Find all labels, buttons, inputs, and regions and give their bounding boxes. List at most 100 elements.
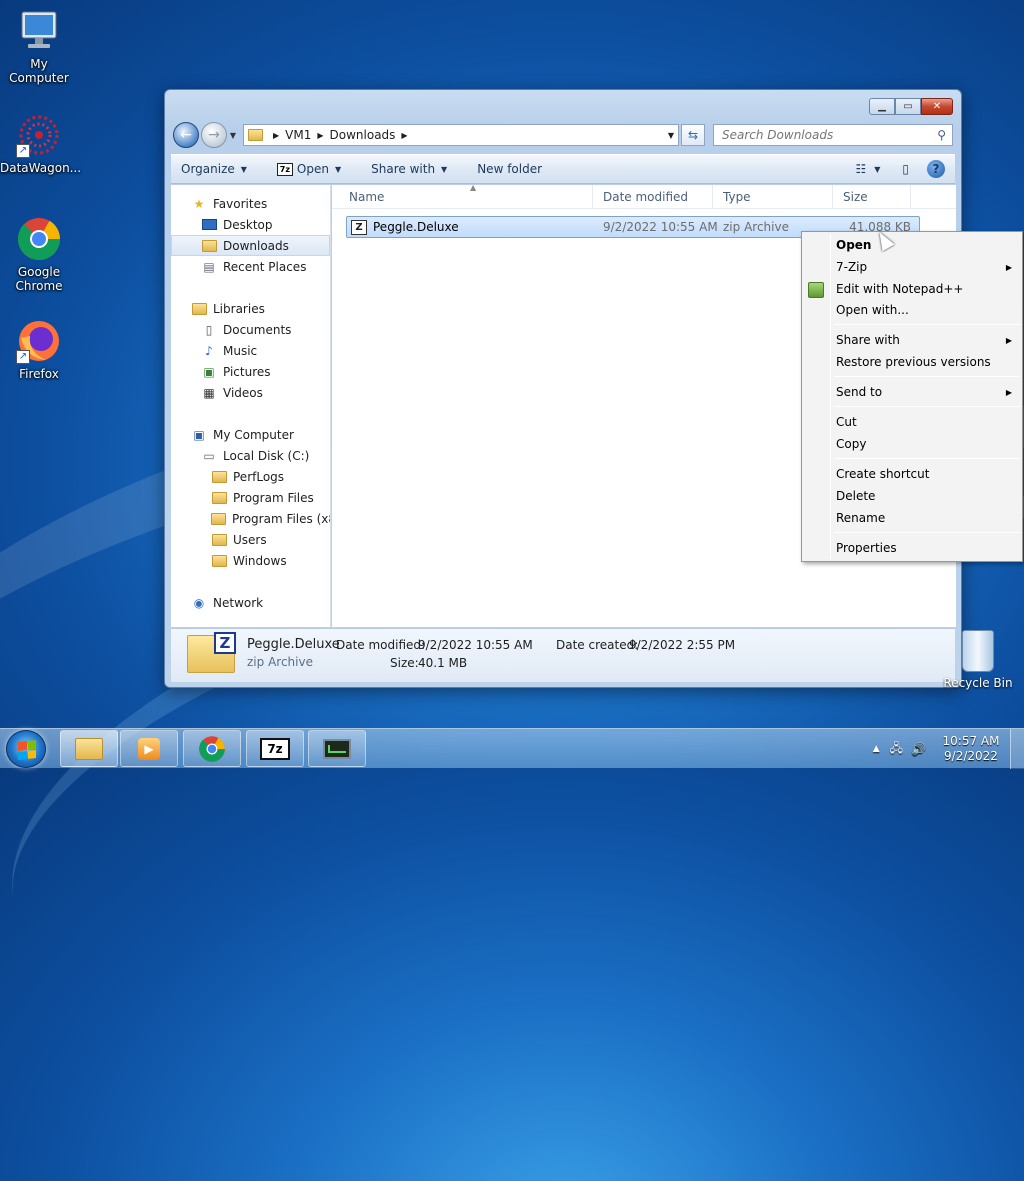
- menu-item-properties[interactable]: Properties: [836, 538, 1016, 558]
- taskbar-media-player-button[interactable]: ▶: [120, 730, 178, 767]
- new-folder-button[interactable]: New folder: [477, 162, 542, 176]
- taskbar-chrome-button[interactable]: [183, 730, 241, 767]
- desktop-icon-chrome[interactable]: Google Chrome: [0, 216, 78, 293]
- submenu-arrow-icon: ▶: [1005, 335, 1012, 345]
- desktop-icon-datawagon[interactable]: ↗ DataWagon...: [0, 112, 81, 175]
- nav-music[interactable]: ♪ Music: [171, 340, 330, 361]
- refresh-button[interactable]: ⇆: [681, 124, 705, 146]
- navigation-pane[interactable]: ★ Favorites Desktop Downloads ▤ Recent Pla…: [171, 185, 331, 627]
- maximize-button[interactable]: ▭: [895, 98, 921, 115]
- volume-icon[interactable]: 🔊: [911, 742, 926, 756]
- nav-users[interactable]: Users: [171, 529, 330, 550]
- help-icon[interactable]: ?: [927, 160, 945, 178]
- search-icon[interactable]: ⚲: [937, 128, 946, 142]
- details-size: 40.1 MB: [418, 656, 468, 670]
- menu-item-send-to[interactable]: Send to ▶: [836, 382, 1016, 402]
- nav-pictures[interactable]: ▣ Pictures: [171, 361, 330, 382]
- desktop-icon-my-computer[interactable]: My Computer: [0, 8, 78, 85]
- menu-item-open[interactable]: Open: [836, 235, 1016, 255]
- breadcrumb-chevron-icon[interactable]: ▶: [273, 131, 279, 140]
- preview-pane-icon[interactable]: ▯: [902, 162, 909, 176]
- refresh-icon: ⇆: [687, 128, 699, 142]
- nav-videos[interactable]: ▦ Videos: [171, 382, 330, 403]
- menu-item-delete[interactable]: Delete: [836, 486, 1016, 506]
- nav-windows[interactable]: Windows: [171, 550, 330, 571]
- shortcut-arrow-icon: ↗: [16, 144, 30, 158]
- show-desktop-button[interactable]: [1010, 729, 1024, 769]
- minimize-button[interactable]: ▁: [869, 98, 895, 115]
- nav-downloads[interactable]: Downloads: [171, 235, 330, 256]
- nav-local-disk[interactable]: ▭ Local Disk (C:): [171, 445, 330, 466]
- organize-button[interactable]: Organize ▼: [181, 162, 247, 176]
- nav-network[interactable]: ◉ Network: [171, 592, 330, 613]
- zip-file-icon: Z: [351, 219, 367, 235]
- breadcrumb-vm1[interactable]: VM1: [285, 128, 311, 142]
- nav-favorites[interactable]: ★ Favorites: [171, 193, 330, 214]
- view-options-icon[interactable]: ☷: [855, 162, 866, 176]
- column-type[interactable]: Type: [713, 184, 833, 209]
- clock-date: 9/2/2022: [944, 749, 998, 763]
- column-name[interactable]: Name: [332, 184, 593, 209]
- computer-icon: ▣: [193, 427, 205, 442]
- back-button[interactable]: ←: [173, 122, 199, 148]
- nav-recent-places[interactable]: ▤ Recent Places: [171, 256, 330, 277]
- navigation-row: ← → ▼ ▶ VM1 ▶ Downloads ▶ ▼ ⇆ ⚲: [173, 122, 953, 148]
- column-date-modified[interactable]: Date modified: [593, 184, 713, 209]
- taskbar-task-manager-button[interactable]: [308, 730, 366, 767]
- desktop-icon-recycle-bin[interactable]: Recycle Bin: [940, 630, 1016, 690]
- drive-icon: ▭: [203, 448, 215, 463]
- nav-program-files[interactable]: Program Files: [171, 487, 330, 508]
- chevron-down-icon[interactable]: ▼: [874, 165, 880, 174]
- taskbar-explorer-button[interactable]: [60, 730, 118, 767]
- details-date-modified-label: Date modified:: [336, 638, 426, 652]
- share-with-button[interactable]: Share with ▼: [371, 162, 447, 176]
- nav-program-files-x86[interactable]: Program Files (x86: [171, 508, 330, 529]
- desktop-icon-label: Recycle Bin: [943, 676, 1013, 690]
- address-bar[interactable]: ▶ VM1 ▶ Downloads ▶ ▼: [243, 124, 679, 146]
- breadcrumb-chevron-icon[interactable]: ▶: [401, 131, 407, 140]
- menu-item-rename[interactable]: Rename: [836, 508, 1016, 528]
- downloads-folder-icon: [201, 239, 217, 253]
- nav-my-computer[interactable]: ▣ My Computer: [171, 424, 330, 445]
- menu-item-restore-previous[interactable]: Restore previous versions: [836, 352, 1016, 372]
- desktop-icon-firefox[interactable]: ↗ Firefox: [0, 318, 78, 381]
- menu-item-cut[interactable]: Cut: [836, 412, 1016, 432]
- breadcrumb-downloads[interactable]: Downloads: [330, 128, 396, 142]
- menu-item-edit-notepad[interactable]: Edit with Notepad++: [836, 279, 1016, 299]
- firefox-icon: ↗: [16, 318, 62, 364]
- nav-libraries[interactable]: Libraries: [171, 298, 330, 319]
- nav-documents[interactable]: ▯ Documents: [171, 319, 330, 340]
- folder-icon: [211, 470, 227, 484]
- context-menu: Open 7-Zip ▶ Edit with Notepad++ Open wit…: [801, 231, 1023, 562]
- notepad-plus-plus-icon: [808, 282, 824, 298]
- menu-item-open-with[interactable]: Open with...: [836, 300, 1016, 320]
- command-bar: Organize ▼ 7z Open ▼ Share with ▼ New folde…: [171, 154, 955, 184]
- nav-perflogs[interactable]: PerfLogs: [171, 466, 330, 487]
- column-size[interactable]: Size: [833, 184, 911, 209]
- clock[interactable]: 10:57 AM 9/2/2022: [936, 734, 1006, 764]
- windows-logo-icon: [18, 740, 36, 760]
- details-date-modified: 9/2/2022 10:55 AM: [418, 638, 533, 652]
- menu-item-copy[interactable]: Copy: [836, 434, 1016, 454]
- search-box[interactable]: ⚲: [713, 124, 953, 146]
- details-pane: Z Peggle.Deluxe zip Archive Date modifie…: [171, 628, 955, 682]
- show-hidden-icons-icon[interactable]: ▲: [873, 744, 880, 754]
- close-button[interactable]: ✕: [921, 98, 953, 115]
- back-arrow-icon: ←: [180, 127, 192, 143]
- open-button[interactable]: 7z Open ▼: [276, 162, 341, 176]
- taskbar-7zip-button[interactable]: 7z: [246, 730, 304, 767]
- search-input[interactable]: [720, 127, 938, 143]
- breadcrumb-chevron-icon[interactable]: ▶: [317, 131, 323, 140]
- recent-pages-dropdown[interactable]: ▼: [227, 131, 239, 140]
- menu-item-7zip[interactable]: 7-Zip ▶: [836, 257, 1016, 277]
- menu-item-share-with[interactable]: Share with ▶: [836, 330, 1016, 350]
- menu-item-create-shortcut[interactable]: Create shortcut: [836, 464, 1016, 484]
- address-history-dropdown[interactable]: ▼: [668, 131, 674, 140]
- nav-desktop[interactable]: Desktop: [171, 214, 330, 235]
- forward-button[interactable]: →: [201, 122, 227, 148]
- network-status-icon[interactable]: 🖧: [890, 739, 903, 760]
- start-button[interactable]: [6, 730, 46, 768]
- submenu-arrow-icon: ▶: [1005, 262, 1012, 272]
- submenu-arrow-icon: ▶: [1005, 387, 1012, 397]
- monitor-icon: [16, 8, 62, 54]
